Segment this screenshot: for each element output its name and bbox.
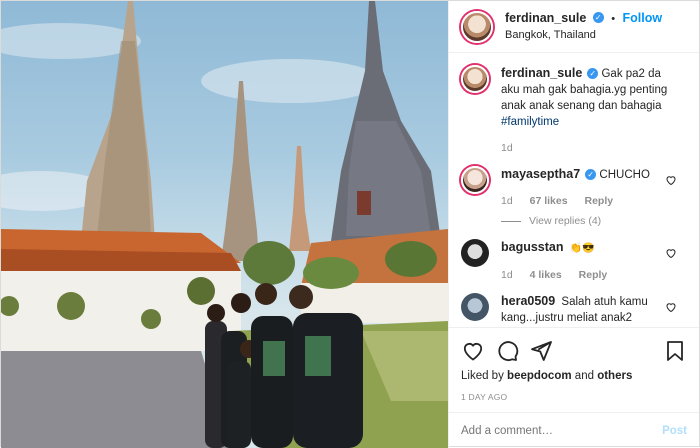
post-side-panel: ferdinan_sule ✓ • Follow Bangkok, Thaila… [448,1,699,448]
temple-family-photo [1,1,448,448]
verified-badge-icon: ✓ [587,68,599,80]
hashtag-link[interactable]: #familytime [501,116,559,128]
author-avatar[interactable] [461,10,493,43]
comment-icon[interactable] [495,339,519,363]
separator-dot: • [611,13,616,25]
comment-text: 👏😎 [569,243,595,254]
comment-heart-icon[interactable] [665,174,677,186]
comment-age: 1d [501,269,513,281]
post-location[interactable]: Bangkok, Thailand [505,27,662,43]
author-username[interactable]: ferdinan_sule [505,11,586,25]
author-meta: ferdinan_sule ✓ • Follow Bangkok, Thaila… [505,10,662,43]
caption-age: 1d [501,142,513,154]
comment-heart-icon[interactable] [665,301,677,313]
verified-badge-icon: ✓ [592,12,604,24]
post-header: ferdinan_sule ✓ • Follow Bangkok, Thaila… [449,1,699,53]
liked-and: and [574,370,594,382]
action-icons [461,334,687,368]
comment-meta: 1d 4 likes Reply [501,267,681,283]
verified-badge-icon: ✓ [585,169,597,181]
caption-body: ferdinan_sule ✓ Gak pa2 da aku mah gak ba… [501,65,681,156]
comment-likes[interactable]: 4 likes [530,269,562,281]
comment-body: bagusstan 👏😎 1d 4 likes Reply [501,239,681,283]
add-comment-input[interactable] [461,424,663,437]
instagram-post: ferdinan_sule ✓ • Follow Bangkok, Thaila… [0,0,700,448]
view-replies-button[interactable]: View replies (4) [501,213,681,229]
heart-icon[interactable] [461,339,485,363]
add-comment-bar: Post [449,412,699,448]
liked-others-link[interactable]: others [597,370,632,382]
liked-user-link[interactable]: beepdocom [507,370,572,382]
comment-body: mayaseptha7 ✓ CHUCHO 1d 67 likes Reply Vi… [501,166,681,229]
comment-avatar[interactable] [461,166,489,194]
comment-username[interactable]: bagusstan [501,240,564,254]
comment-meta: 1d 67 likes Reply [501,193,681,209]
comment-likes[interactable]: 67 likes [530,195,568,207]
post-photo[interactable] [1,1,448,448]
comment-text: CHUCHO [599,169,650,181]
share-icon[interactable] [529,339,553,363]
comment-row: mayaseptha7 ✓ CHUCHO 1d 67 likes Reply Vi… [461,166,687,229]
comment-row: bagusstan 👏😎 1d 4 likes Reply [461,239,687,283]
reply-button[interactable]: Reply [579,269,608,281]
comment-username[interactable]: mayaseptha7 [501,167,580,181]
caption-row: ferdinan_sule ✓ Gak pa2 da aku mah gak ba… [461,65,687,156]
comment-heart-icon[interactable] [665,247,677,259]
caption-meta: 1d [501,140,681,156]
view-replies-label: View replies (4) [529,215,602,227]
post-actions: Liked by beepdocom and others 1 DAY AGO [449,327,699,412]
post-timestamp[interactable]: 1 DAY AGO [461,392,687,402]
caption-username[interactable]: ferdinan_sule [501,66,582,80]
follow-button[interactable]: Follow [623,11,663,25]
comment-age: 1d [501,195,513,207]
post-comment-button[interactable]: Post [662,425,687,437]
liked-by: Liked by beepdocom and others [461,368,687,384]
liked-prefix: Liked by [461,370,504,382]
bookmark-icon[interactable] [663,339,687,363]
caption-avatar[interactable] [461,65,489,93]
view-replies-line [501,220,521,222]
comment-body: hera0509 Salah atuh kamu kang...justru m… [501,293,681,327]
comment-avatar[interactable] [461,293,489,321]
reply-button[interactable]: Reply [584,195,613,207]
comment-row: hera0509 Salah atuh kamu kang...justru m… [461,293,687,327]
comment-avatar[interactable] [461,239,489,267]
comment-username[interactable]: hera0509 [501,294,555,308]
comment-list[interactable]: ferdinan_sule ✓ Gak pa2 da aku mah gak ba… [449,53,699,327]
